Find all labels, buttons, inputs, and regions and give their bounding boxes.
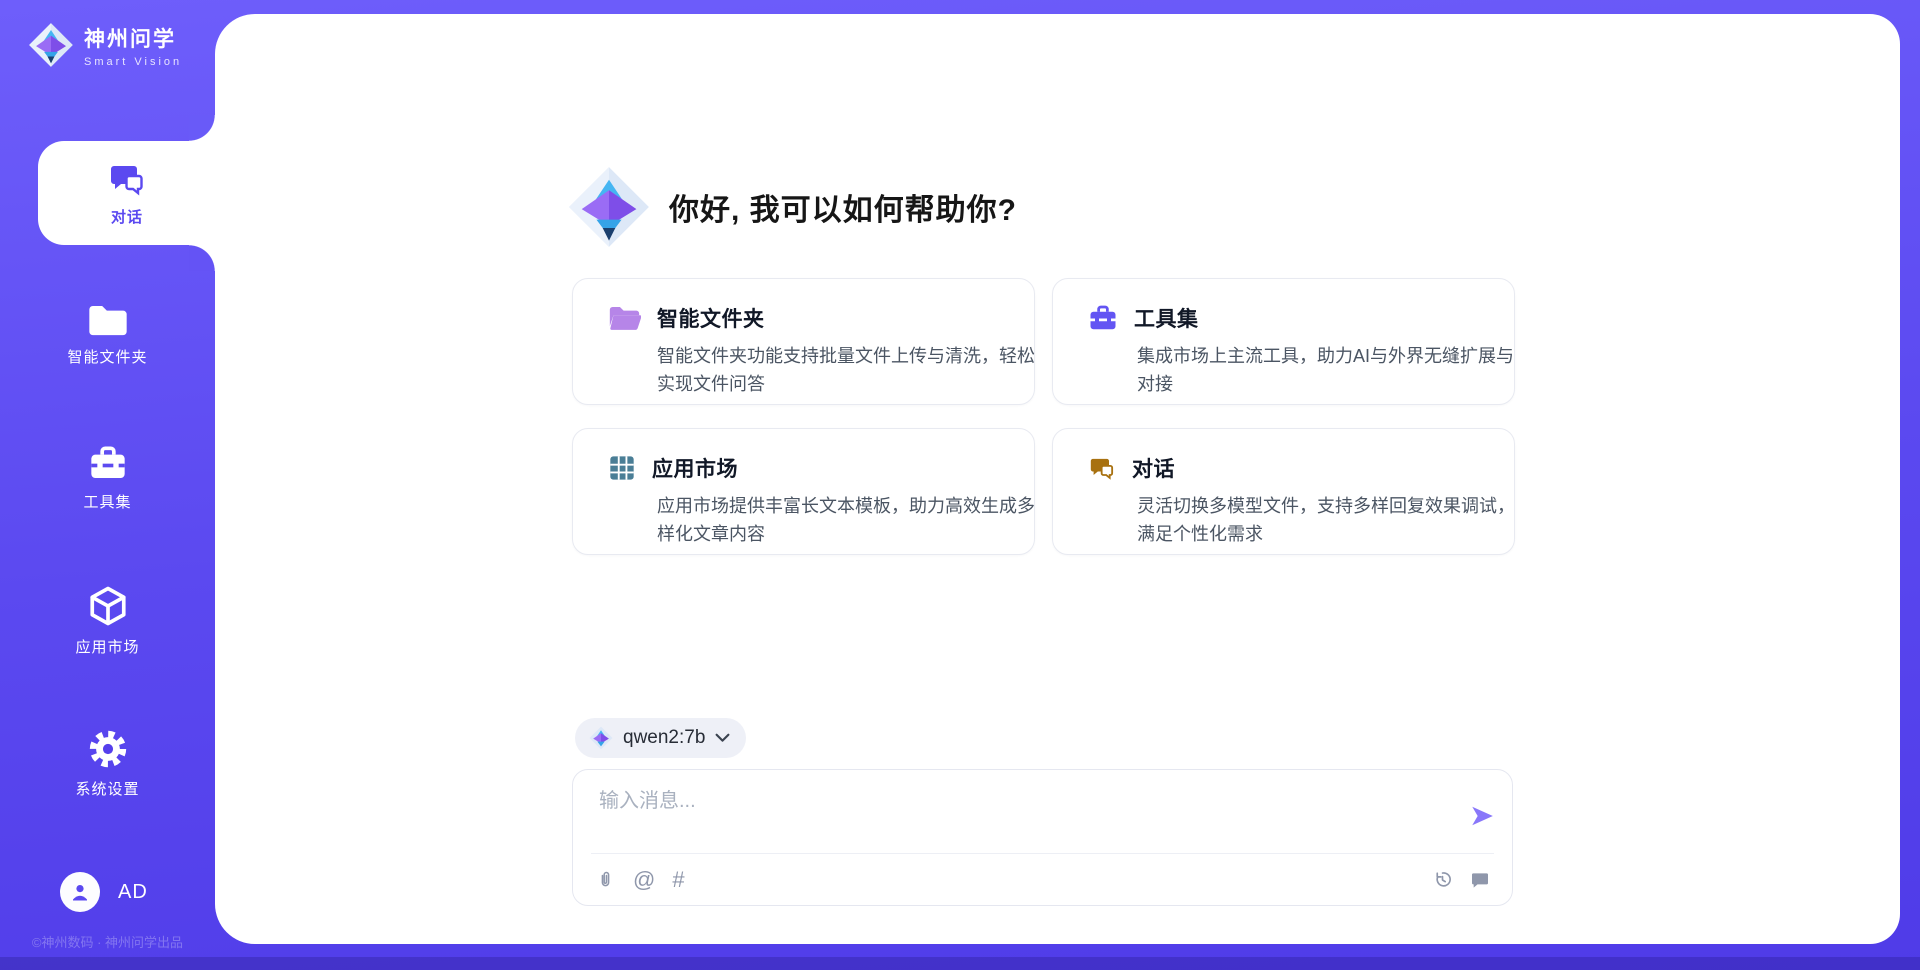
brand-subtitle: Smart Vision xyxy=(84,56,182,68)
brand-diamond-icon xyxy=(567,165,651,249)
brand-diamond-icon xyxy=(589,726,613,750)
main-panel: 你好, 我可以如何帮助你? 智能文件夹 智能文件夹功能支持批量文件上传与清洗，轻… xyxy=(215,14,1900,944)
sidebar-item-smart-folder[interactable]: 智能文件夹 xyxy=(0,302,215,367)
tab-fillet-bottom xyxy=(189,245,215,271)
feature-cards: 智能文件夹 智能文件夹功能支持批量文件上传与清洗，轻松实现文件问答 工具集 集成… xyxy=(572,278,1515,555)
avatar xyxy=(60,872,100,912)
folder-icon xyxy=(87,302,129,338)
sidebar-item-toolset[interactable]: 工具集 xyxy=(0,443,215,512)
card-title: 工具集 xyxy=(1134,303,1199,333)
sidebar-item-label: 系统设置 xyxy=(75,778,139,799)
message-composer: @ # xyxy=(572,769,1513,906)
card-title: 对话 xyxy=(1132,453,1175,483)
card-description: 智能文件夹功能支持批量文件上传与清洗，轻松实现文件问答 xyxy=(657,343,1049,399)
greeting-block: 你好, 我可以如何帮助你? xyxy=(567,165,1017,249)
attach-file-button[interactable] xyxy=(595,868,616,891)
sidebar-item-label: 应用市场 xyxy=(75,636,139,657)
toolbox-icon xyxy=(87,443,129,483)
sidebar-item-system-settings[interactable]: 系统设置 xyxy=(0,728,215,799)
chat-bubbles-icon xyxy=(1088,454,1116,482)
sidebar-item-label: 智能文件夹 xyxy=(67,346,147,367)
greeting-title: 你好, 我可以如何帮助你? xyxy=(669,185,1017,229)
sidebar: 神州问学 Smart Vision 对话 智能文件夹 工具集 xyxy=(0,0,215,970)
card-app-market[interactable]: 应用市场 应用市场提供丰富长文本模板，助力高效生成多样化文章内容 xyxy=(572,428,1035,555)
toolbox-icon xyxy=(1088,303,1118,333)
card-title: 智能文件夹 xyxy=(657,303,765,333)
card-chat[interactable]: 对话 灵活切换多模型文件，支持多样回复效果调试，满足个性化需求 xyxy=(1052,428,1515,555)
send-button[interactable] xyxy=(1468,802,1496,830)
card-description: 应用市场提供丰富长文本模板，助力高效生成多样化文章内容 xyxy=(657,493,1049,549)
brand-diamond-icon xyxy=(28,22,74,68)
sidebar-item-label: 对话 xyxy=(111,206,143,227)
model-selector[interactable]: qwen2:7b xyxy=(575,718,746,758)
composer-toolbar: @ # xyxy=(573,854,1512,905)
hashtag-button[interactable]: # xyxy=(672,869,684,891)
history-clock-icon xyxy=(1432,869,1453,890)
sidebar-item-app-market[interactable]: 应用市场 xyxy=(0,584,215,657)
card-description: 灵活切换多模型文件，支持多样回复效果调试，满足个性化需求 xyxy=(1137,493,1529,549)
person-icon xyxy=(68,880,92,904)
mention-button[interactable]: @ xyxy=(633,869,655,891)
model-name: qwen2:7b xyxy=(623,727,705,749)
user-account[interactable]: AD xyxy=(60,872,148,912)
sidebar-item-chat[interactable]: 对话 xyxy=(38,141,216,245)
paperclip-icon xyxy=(595,868,616,891)
grid-icon xyxy=(608,454,636,482)
sidebar-item-label: 工具集 xyxy=(83,491,131,512)
tab-fillet-top xyxy=(189,115,215,141)
brand-name: 神州问学 xyxy=(84,23,182,53)
chat-bubbles-icon xyxy=(107,159,147,199)
gear-icon xyxy=(87,728,129,770)
bottom-edge-strip xyxy=(0,957,1920,970)
card-description: 集成市场上主流工具，助力AI与外界无缝扩展与对接 xyxy=(1137,343,1529,399)
user-label: AD xyxy=(118,881,148,904)
brand-logo: 神州问学 Smart Vision xyxy=(28,22,182,68)
history-button[interactable] xyxy=(1432,869,1453,890)
copyright-text: ©神州数码 · 神州问学出品 xyxy=(0,932,215,951)
chevron-down-icon xyxy=(715,733,730,743)
chat-history-button[interactable] xyxy=(1470,870,1490,890)
send-icon xyxy=(1469,803,1495,829)
card-smart-folder[interactable]: 智能文件夹 智能文件夹功能支持批量文件上传与清洗，轻松实现文件问答 xyxy=(572,278,1035,405)
message-input[interactable] xyxy=(599,784,1439,844)
cube-icon xyxy=(87,584,129,628)
card-toolset[interactable]: 工具集 集成市场上主流工具，助力AI与外界无缝扩展与对接 xyxy=(1052,278,1515,405)
card-title: 应用市场 xyxy=(652,453,738,483)
chat-bubble-icon xyxy=(1470,870,1490,890)
folder-icon xyxy=(608,304,641,332)
